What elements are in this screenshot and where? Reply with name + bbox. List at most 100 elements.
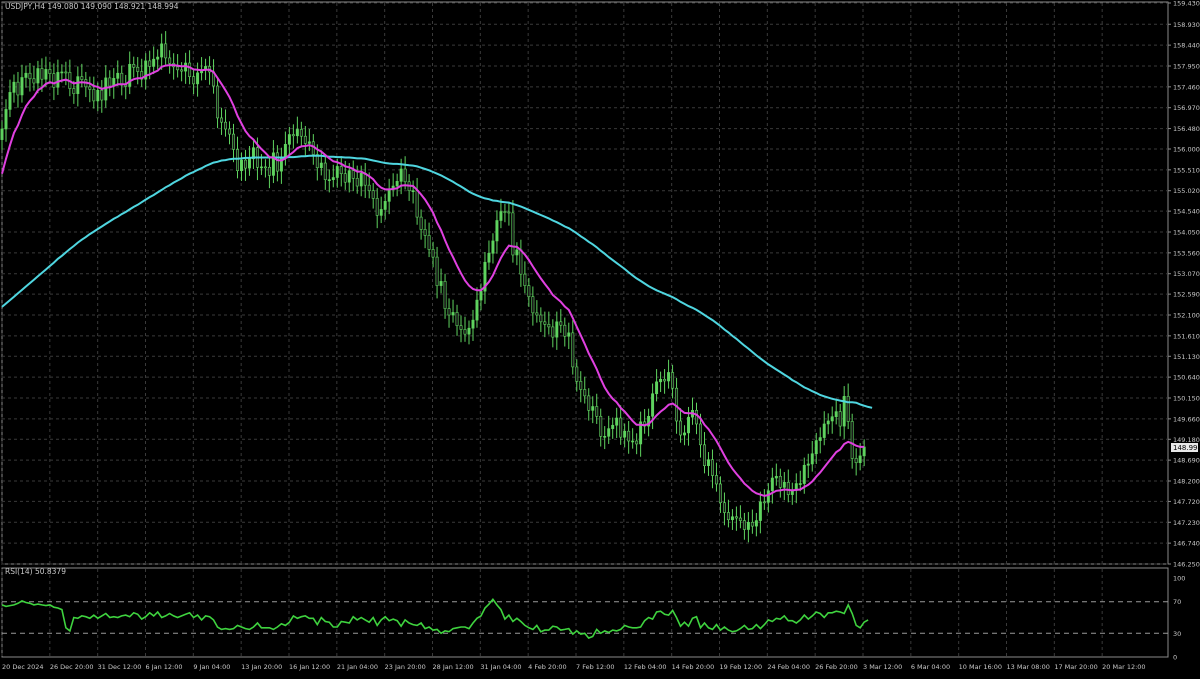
candle-body	[232, 133, 235, 150]
candle-body	[810, 453, 814, 465]
candle-body	[818, 437, 822, 441]
candle-body	[627, 430, 631, 442]
candle-body	[543, 321, 547, 325]
price-tick-label: 156.970	[1173, 104, 1200, 112]
candle-body	[236, 149, 239, 172]
candle-body	[164, 43, 168, 59]
current-price-label: 148.994	[1173, 444, 1200, 452]
candle-body	[435, 256, 439, 286]
candle-body	[567, 332, 571, 337]
candle-body	[180, 69, 184, 72]
candle-body	[559, 321, 563, 326]
candle-body	[371, 190, 375, 199]
candle-body	[595, 406, 599, 417]
candle-body	[28, 72, 32, 80]
candle-body	[575, 366, 579, 382]
price-tick-label: 158.930	[1173, 21, 1200, 29]
candle-body	[92, 89, 96, 102]
candle-body	[679, 420, 683, 436]
candle-body	[475, 299, 479, 321]
time-tick-label: 13 Jan 20:00	[241, 663, 282, 671]
candle-body	[299, 129, 303, 137]
candle-body	[351, 170, 355, 179]
candle-body	[439, 281, 443, 286]
candle-body	[579, 381, 583, 390]
candle-body	[387, 188, 391, 202]
candle-body	[635, 440, 639, 445]
price-tick-label: 157.950	[1173, 62, 1200, 70]
price-tick-label: 156.480	[1173, 125, 1200, 133]
price-tick-label: 147.230	[1173, 519, 1200, 527]
candle-body	[76, 76, 80, 94]
candle-body	[72, 88, 76, 94]
candle-body	[188, 62, 192, 77]
time-tick-label: 31 Dec 12:00	[98, 663, 142, 671]
candle-body	[491, 240, 495, 254]
candle-body	[124, 84, 128, 87]
candle-body	[615, 417, 619, 426]
candle-body	[96, 89, 100, 102]
candle-body	[547, 324, 551, 328]
candle-body	[56, 72, 60, 88]
candle-body	[707, 459, 710, 466]
candle-body	[770, 477, 774, 492]
candle-body	[814, 440, 818, 455]
candle-body	[427, 235, 431, 250]
time-tick-label: 9 Jan 04:00	[193, 663, 230, 671]
time-tick-label: 28 Jan 12:00	[433, 663, 474, 671]
candle-body	[411, 190, 415, 193]
candle-body	[695, 410, 698, 425]
candle-body	[168, 57, 172, 64]
candle-body	[52, 73, 56, 88]
candle-body	[8, 92, 12, 110]
time-tick-label: 7 Feb 12:00	[576, 663, 615, 671]
time-tick-label: 26 Feb 20:00	[815, 663, 858, 671]
candle-body	[726, 512, 730, 521]
candle-body	[443, 281, 447, 309]
candle-body	[834, 411, 838, 418]
candle-body	[774, 476, 778, 479]
time-tick-label: 20 Dec 2024	[2, 663, 44, 671]
symbol-header: USDJPY,H4 149.080 149.090 148.921 148.99…	[5, 2, 179, 11]
candle-body	[507, 211, 511, 214]
candle-body	[287, 134, 291, 145]
candle-body	[515, 249, 519, 256]
candle-body	[347, 170, 351, 183]
candle-body	[307, 141, 311, 144]
candle-body	[224, 121, 227, 130]
current-price-marker: 148.994	[1171, 443, 1200, 452]
candle-body	[786, 481, 790, 495]
price-tick-label: 152.590	[1173, 291, 1200, 299]
rsi-tick-label: 30	[1173, 630, 1181, 638]
candle-body	[671, 372, 675, 389]
time-tick-label: 12 Feb 04:00	[624, 663, 667, 671]
price-tick-label: 159.430	[1173, 0, 1200, 8]
candle-body	[555, 321, 559, 338]
candle-body	[742, 520, 746, 530]
price-tick-label: 149.660	[1173, 415, 1200, 423]
candle-body	[830, 416, 834, 422]
candle-body	[802, 464, 806, 484]
candle-body	[343, 173, 347, 183]
candle-body	[603, 436, 607, 438]
candle-body	[838, 411, 842, 427]
candle-body	[523, 273, 527, 286]
candle-body	[367, 184, 371, 192]
price-tick-label: 154.050	[1173, 228, 1200, 236]
candle-body	[730, 516, 734, 521]
candle-body	[846, 395, 850, 422]
trading-chart[interactable]: 159.430 158.930 158.440 157.950 157.460 156.9…	[0, 0, 1200, 675]
candle-body	[423, 229, 427, 236]
price-tick-label: 155.020	[1173, 187, 1200, 195]
candle-body	[651, 393, 655, 417]
chart-canvas[interactable]: 159.430 158.930 158.440 157.950 157.460 156.9…	[0, 0, 1200, 675]
time-tick-label: 4 Feb 20:00	[528, 663, 567, 671]
candle-body	[587, 395, 591, 411]
candle-body	[0, 128, 4, 140]
candle-body	[527, 285, 531, 297]
candle-body	[806, 463, 810, 466]
time-tick-label: 26 Dec 20:00	[50, 663, 94, 671]
candle-body	[714, 475, 718, 485]
candle-body	[455, 312, 459, 326]
price-tick-label: 152.100	[1173, 311, 1200, 319]
